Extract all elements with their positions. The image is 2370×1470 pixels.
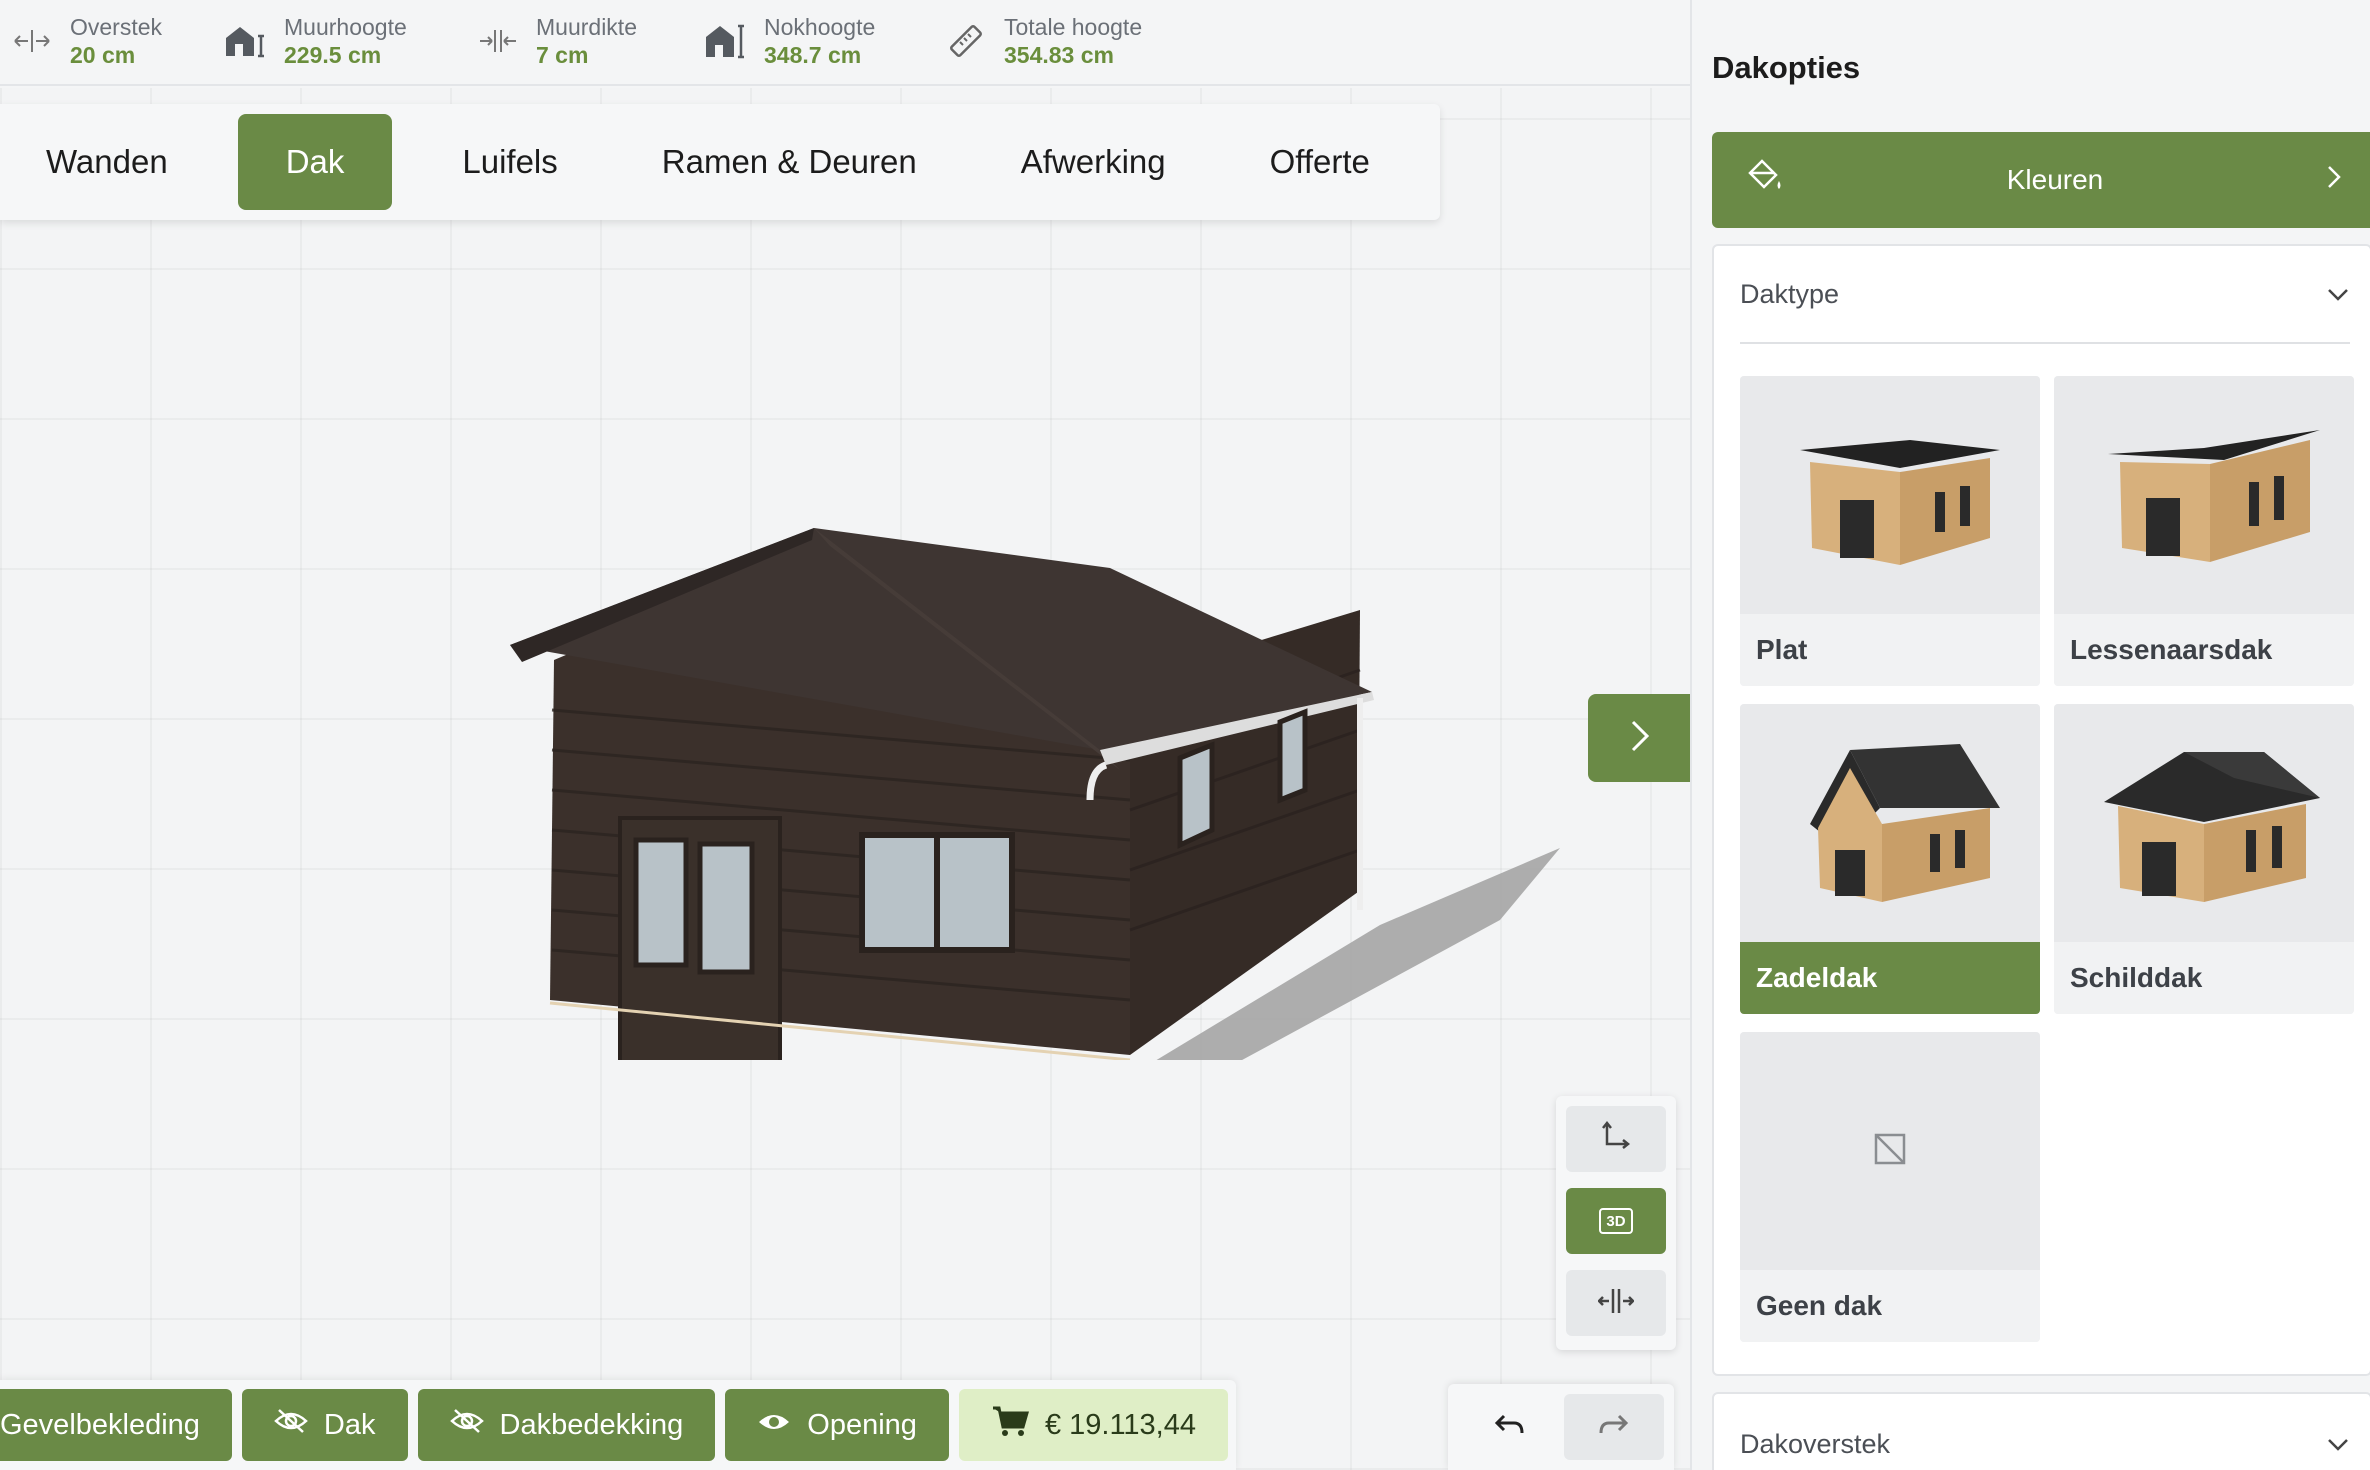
axes-view-button[interactable] [1566, 1106, 1666, 1172]
daktype-section: Daktype Plat Lessenaarsdak Zadeldak Schi… [1712, 244, 2370, 1376]
metric-total-height: Totale hoogte 354.83 cm [942, 6, 1142, 76]
colors-button[interactable]: Kleuren [1712, 132, 2370, 228]
no-image-icon [1873, 1132, 1907, 1171]
metric-label: Totale hoogte [1004, 14, 1143, 40]
dakoverstek-accordion-header[interactable]: Dakoverstek [1740, 1394, 2350, 1470]
roof-type-label: Schilddak [2054, 942, 2354, 1014]
tab-wanden[interactable]: Wanden [12, 114, 202, 210]
toggle-dak[interactable]: Dak [241, 1389, 408, 1461]
tab-offerte[interactable]: Offerte [1236, 114, 1404, 210]
metric-value: 354.83 cm [1004, 42, 1114, 68]
roof-thumbnail [1740, 704, 2040, 942]
chevron-down-icon [2326, 1429, 2350, 1460]
main-nav-tabs: Wanden Dak Luifels Ramen & Deuren Afwerk… [0, 104, 1440, 220]
toggle-label: Opening [807, 1408, 917, 1441]
history-controls [1448, 1384, 1674, 1470]
roof-options-panel: Dakopties Kleuren Daktype Plat Lessenaar… [1690, 0, 2370, 1470]
toggle-label: Gevelbekleding [0, 1408, 200, 1441]
dakoverstek-section: Dakoverstek [1712, 1392, 2370, 1470]
3d-view-button[interactable]: 3D [1566, 1188, 1666, 1254]
eye-off-icon [449, 1408, 484, 1442]
toggle-opening[interactable]: Opening [725, 1389, 949, 1461]
roof-type-label: Zadeldak [1740, 942, 2040, 1014]
metric-wall-thickness: Muurdikte 7 cm [474, 6, 637, 76]
panel-title: Dakopties [1712, 50, 1861, 85]
roof-thumbnail [1740, 376, 2040, 614]
dimension-metrics-bar: Overstek 20 cm Muurhoogte 229.5 cm Muurd… [0, 0, 1690, 86]
roof-thumbnail [2054, 704, 2354, 942]
metric-label: Muurhoogte [284, 14, 407, 40]
house-3d-model[interactable] [500, 500, 1600, 1060]
metric-ridge-height: Nokhoogte 348.7 cm [702, 6, 875, 76]
wall-thickness-icon [474, 17, 522, 65]
chevron-down-icon [2326, 279, 2350, 310]
metric-label: Muurdikte [536, 14, 637, 40]
overhang-arrows-icon [8, 17, 56, 65]
roof-type-plat[interactable]: Plat [1740, 376, 2040, 686]
daktype-accordion-header[interactable]: Daktype [1740, 246, 2350, 344]
metric-value: 348.7 cm [764, 42, 862, 68]
metric-label: Overstek [70, 14, 163, 40]
chevron-right-icon [1628, 718, 1652, 759]
tab-luifels[interactable]: Luifels [428, 114, 591, 210]
redo-button[interactable] [1563, 1394, 1664, 1460]
wall-height-icon [222, 17, 270, 65]
toggle-gevelbekleding[interactable]: Gevelbekleding [0, 1389, 232, 1461]
axes-icon [1599, 1120, 1633, 1159]
roof-type-schilddak[interactable]: Schilddak [2054, 704, 2354, 1014]
roof-type-label: Geen dak [1740, 1270, 2040, 1342]
roof-type-geen-dak[interactable]: Geen dak [1740, 1032, 2040, 1342]
roof-thumbnail [1740, 1032, 2040, 1270]
split-view-button[interactable] [1566, 1270, 1666, 1336]
redo-icon [1597, 1411, 1631, 1444]
eye-off-icon [274, 1408, 308, 1442]
split-arrows-icon [1597, 1286, 1635, 1321]
tab-afwerking[interactable]: Afwerking [987, 114, 1200, 210]
daktype-label: Daktype [1740, 278, 1840, 309]
undo-button[interactable] [1459, 1394, 1559, 1460]
ridge-height-icon [702, 17, 750, 65]
dakoverstek-label: Dakoverstek [1740, 1428, 1891, 1459]
toggle-label: Dakbedekking [499, 1408, 684, 1441]
3d-cube-icon: 3D [1599, 1208, 1633, 1234]
undo-icon [1492, 1411, 1526, 1444]
metric-value: 229.5 cm [284, 42, 382, 68]
paint-bucket-icon [1744, 158, 1784, 202]
metric-value: 7 cm [536, 42, 589, 68]
tab-dak[interactable]: Dak [237, 114, 393, 210]
roof-type-zadeldak[interactable]: Zadeldak [1740, 704, 2040, 1014]
metric-value: 20 cm [70, 42, 136, 68]
roof-type-lessenaarsdak[interactable]: Lessenaarsdak [2054, 376, 2354, 686]
metric-wall-height: Muurhoogte 229.5 cm [222, 6, 407, 76]
toggle-label: Dak [323, 1408, 376, 1441]
roof-thumbnail [2054, 376, 2354, 614]
price-cart-button[interactable]: € 19.113,44 [958, 1389, 1228, 1461]
next-step-button[interactable] [1588, 694, 1690, 782]
visibility-toggles-bar: Gevelbekleding Dak Dakbedekking Opening … [0, 1380, 1236, 1470]
3d-viewport[interactable] [0, 88, 1690, 1470]
roof-type-label: Lessenaarsdak [2054, 614, 2354, 686]
metric-overhang: Overstek 20 cm [8, 6, 162, 76]
colors-label: Kleuren [2006, 164, 2104, 195]
metric-label: Nokhoogte [764, 14, 876, 40]
roof-type-label: Plat [1740, 614, 2040, 686]
cart-icon [991, 1405, 1029, 1445]
eye-icon [757, 1409, 791, 1442]
tab-ramen-deuren[interactable]: Ramen & Deuren [628, 114, 951, 210]
ruler-icon [942, 17, 990, 65]
view-controls: 3D [1556, 1096, 1676, 1350]
toggle-dakbedekking[interactable]: Dakbedekking [417, 1389, 716, 1461]
price-total: € 19.113,44 [1044, 1408, 1196, 1441]
chevron-right-icon [2326, 164, 2342, 197]
